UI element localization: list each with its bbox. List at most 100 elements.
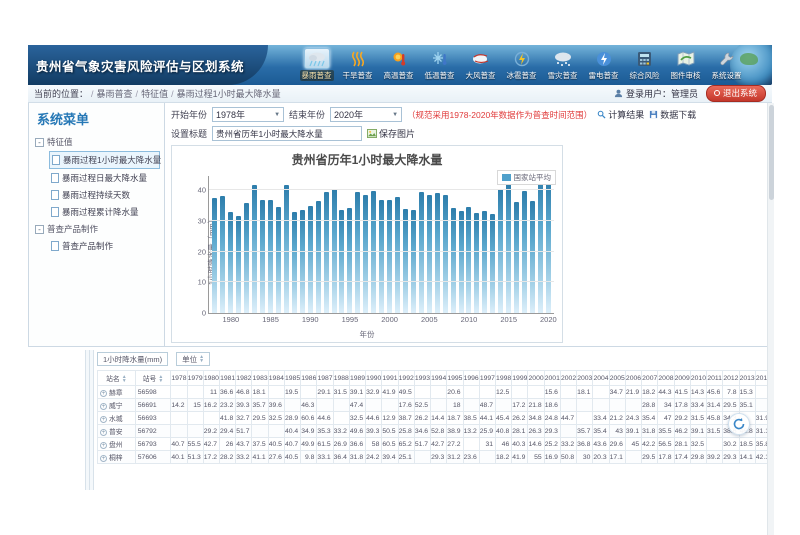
value-cell: 36.8	[577, 438, 593, 451]
station-id-cell: 57606	[135, 451, 171, 464]
value-type-box[interactable]: 1小时降水量(mm)	[97, 352, 168, 366]
station-id-cell: 56793	[135, 438, 171, 451]
bar	[292, 212, 297, 313]
cold-icon	[427, 48, 453, 69]
tree-item[interactable]: 暴雨过程累计降水量	[49, 204, 160, 220]
power-icon	[714, 90, 720, 96]
value-cell: 29.5	[252, 412, 268, 425]
nav-lightning[interactable]: 雷电普查	[584, 48, 623, 81]
bar-2005: 2005	[425, 176, 433, 313]
bar-2006	[433, 176, 441, 313]
value-cell: 42.7	[203, 438, 219, 451]
value-cell: 40.7	[284, 438, 300, 451]
y-tick-label: 0	[202, 309, 206, 318]
nav-wind[interactable]: 大风普查	[461, 48, 500, 81]
value-cell: 34.9	[301, 425, 317, 438]
tree-folder[interactable]: -特征值	[35, 134, 164, 150]
column-header-year: 1991	[382, 371, 398, 386]
x-tick-label: 2005	[421, 315, 438, 324]
chart-title-input[interactable]	[212, 126, 362, 141]
end-year-label: 结束年份	[289, 108, 325, 121]
value-cell: 39.2	[707, 451, 723, 464]
nav-cold[interactable]: 低温普查	[420, 48, 459, 81]
logout-button[interactable]: 退出系统	[706, 85, 766, 102]
value-cell: 32.5	[268, 412, 284, 425]
row-expander-icon[interactable]: +	[100, 416, 107, 423]
value-cell: 51.7	[414, 438, 430, 451]
bar-2011	[473, 176, 481, 313]
value-cell: 29.4	[220, 425, 236, 438]
station-name: 水城	[109, 416, 123, 423]
tree-item[interactable]: 暴雨过程持续天数	[49, 187, 160, 203]
bar-1983	[251, 176, 259, 313]
value-cell: 35.5	[658, 425, 674, 438]
settings-icon	[714, 48, 740, 69]
value-cell	[268, 425, 284, 438]
y-tick-label: 40	[198, 186, 206, 195]
value-cell: 36.6	[220, 386, 236, 399]
tree-item[interactable]: 普查产品制作	[49, 238, 160, 254]
column-header-station-name[interactable]: 站名▲▼	[98, 371, 136, 386]
row-expander-icon[interactable]: +	[100, 403, 107, 410]
value-cell: 39.4	[382, 451, 398, 464]
bar-2000: 2000	[386, 176, 394, 313]
value-cell: 24.2	[366, 451, 382, 464]
column-header-year: 1985	[284, 371, 300, 386]
start-year-select[interactable]: 1978年▼	[212, 107, 284, 122]
bar	[212, 198, 217, 313]
chart-title: 贵州省历年1小时最大降水量	[172, 146, 562, 168]
refresh-button[interactable]	[728, 413, 750, 435]
value-cell: 55	[528, 451, 544, 464]
unit-dropdown[interactable]: 单位▲▼	[176, 352, 210, 366]
tree-item[interactable]: 暴雨过程1小时最大降水量	[49, 151, 160, 169]
nav-composite-risk[interactable]: 综合风险	[625, 48, 664, 81]
chevron-down-icon: ▼	[274, 112, 280, 118]
breadcrumb-segment[interactable]: 暴雨过程1小时最大降水量	[177, 89, 281, 99]
nav-snow[interactable]: 雪灾普查	[543, 48, 582, 81]
bar-2015: 2015	[505, 176, 513, 313]
value-cell: 32.5	[349, 412, 365, 425]
vertical-scrollbar[interactable]	[767, 103, 774, 535]
user-icon	[614, 89, 623, 98]
save-image-button[interactable]: 保存图片	[367, 127, 415, 140]
collapse-icon[interactable]: -	[35, 138, 44, 147]
chart-legend[interactable]: 国家站平均	[497, 170, 557, 185]
collapse-icon[interactable]: -	[35, 225, 44, 234]
bar	[411, 210, 416, 313]
value-cell: 39.1	[690, 425, 706, 438]
calc-result-button[interactable]: 计算结果	[597, 108, 644, 121]
sort-arrows-icon[interactable]: ▲▼	[122, 375, 127, 383]
station-id-cell: 56693	[135, 412, 171, 425]
value-cell: 24.3	[625, 412, 641, 425]
column-header-station-id[interactable]: 站号▲▼	[135, 371, 171, 386]
nav-rainstorm[interactable]: 暴雨普查	[297, 48, 336, 81]
value-cell: 34.8	[528, 412, 544, 425]
nav-map-review[interactable]: 图件审核	[666, 48, 705, 81]
breadcrumb-segment[interactable]: 特征值	[141, 89, 168, 99]
tree-folder[interactable]: -普查产品制作	[35, 221, 164, 237]
end-year-select[interactable]: 2020年▼	[330, 107, 402, 122]
nav-heat[interactable]: 高温普查	[379, 48, 418, 81]
row-expander-icon[interactable]: +	[100, 429, 107, 436]
scrollbar-thumb[interactable]	[769, 105, 774, 200]
nav-drought[interactable]: 干旱普查	[338, 48, 377, 81]
row-expander-icon[interactable]: +	[100, 390, 107, 397]
value-cell	[301, 386, 317, 399]
bar-1994	[338, 176, 346, 313]
tree-item-label: 普查产品制作	[62, 240, 113, 252]
column-header-year: 2006	[625, 371, 641, 386]
column-header-year: 1989	[349, 371, 365, 386]
value-cell: 24.8	[544, 412, 560, 425]
sort-arrows-icon[interactable]: ▲▼	[158, 375, 163, 383]
value-cell: 52.8	[431, 425, 447, 438]
breadcrumb-segment[interactable]: 暴雨普查	[97, 89, 133, 99]
nav-hail[interactable]: 冰雹普查	[502, 48, 541, 81]
value-cell: 43	[609, 425, 625, 438]
value-cell: 38.7	[398, 412, 414, 425]
row-expander-icon[interactable]: +	[100, 455, 107, 462]
tree-item[interactable]: 暴雨过程日最大降水量	[49, 170, 160, 186]
value-cell: 15.6	[544, 386, 560, 399]
row-expander-icon[interactable]: +	[100, 442, 107, 449]
nav-settings[interactable]: 系统设置	[707, 48, 746, 81]
data-download-button[interactable]: 数据下载	[649, 108, 696, 121]
